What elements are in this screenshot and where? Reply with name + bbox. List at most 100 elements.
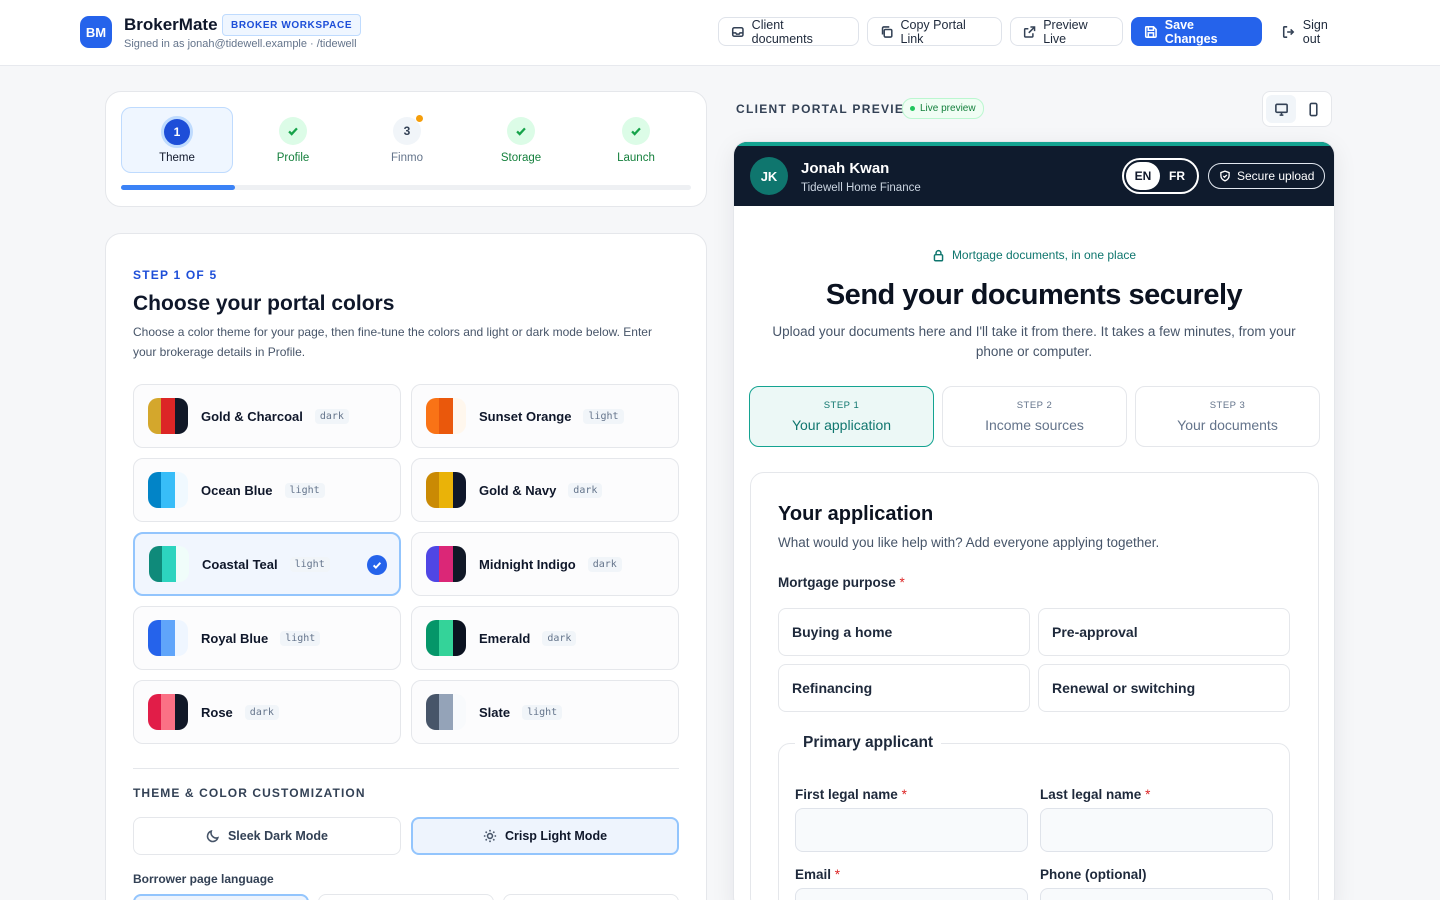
lang-en-button[interactable]: EN: [1126, 162, 1160, 190]
dark-mode-label: Sleek Dark Mode: [227, 829, 329, 843]
language-option-1[interactable]: [133, 894, 309, 900]
portal-headline: Send your documents securely: [825, 279, 1243, 311]
secure-upload-text: Secure upload: [1237, 169, 1315, 183]
portal-step-kicker: STEP 2: [1016, 400, 1053, 411]
required-mark: *: [1145, 787, 1151, 802]
wizard-step-label: Launch: [617, 152, 655, 164]
portal-tagline: Mortgage documents, in one place: [733, 248, 1335, 262]
theme-option[interactable]: Sunset Orange light: [411, 384, 679, 448]
last-name-label: Last legal name *: [1040, 787, 1150, 802]
wizard-step-number: 1: [173, 125, 181, 139]
sun-icon: [483, 829, 497, 843]
theme-option[interactable]: Emerald dark: [411, 606, 679, 670]
broker-company: Tidewell Home Finance: [801, 182, 921, 194]
preview-live-label: Preview Live: [1043, 17, 1088, 46]
phone-input[interactable]: [1040, 888, 1273, 900]
client-documents-button[interactable]: Client documents: [718, 17, 859, 46]
email-input[interactable]: [795, 888, 1028, 900]
live-preview-badge: Live preview: [902, 98, 984, 119]
theme-name: Coastal Teal: [202, 556, 278, 572]
theme-swatch: [426, 546, 466, 582]
secure-upload-badge: Secure upload: [1208, 163, 1326, 189]
required-mark: *: [899, 575, 905, 590]
primary-applicant-legend: Primary applicant: [795, 734, 942, 752]
wizard-step-storage[interactable]: Storage: [465, 107, 577, 173]
theme-name: Royal Blue: [201, 630, 269, 646]
purpose-option[interactable]: Pre-approval: [1038, 608, 1290, 656]
shield-icon: [1220, 170, 1230, 182]
required-mark: *: [834, 867, 841, 882]
save-changes-label: Save Changes: [1164, 17, 1218, 46]
section-divider: [133, 768, 679, 769]
lang-fr-button[interactable]: FR: [1160, 162, 1194, 190]
purpose-option[interactable]: Buying a home: [778, 608, 1030, 656]
preview-label: CLIENT PORTAL PREVIEW: [736, 102, 917, 116]
theme-option[interactable]: Slate light: [411, 680, 679, 744]
theme-option[interactable]: Rose dark: [133, 680, 401, 744]
theme-mode-badge: dark: [542, 630, 577, 646]
phone-label: Phone (optional): [1040, 867, 1147, 882]
portal-step-tab[interactable]: STEP 3 Your documents: [1135, 386, 1320, 447]
desktop-view-button[interactable]: [1266, 95, 1296, 123]
theme-swatch: [149, 546, 189, 582]
broker-avatar: JK: [750, 157, 788, 195]
theme-name: Ocean Blue: [201, 482, 273, 498]
theme-option[interactable]: Ocean Blue light: [133, 458, 401, 522]
wizard-step-theme[interactable]: 1 Theme: [121, 107, 233, 173]
theme-option[interactable]: Royal Blue light: [133, 606, 401, 670]
last-name-text: Last legal name: [1040, 787, 1142, 802]
wizard-step-number: 3: [403, 124, 411, 138]
selected-check-icon: [367, 555, 387, 575]
wizard-step-launch[interactable]: Launch: [580, 107, 692, 173]
device-switcher: [1262, 91, 1332, 127]
copy-portal-link-button[interactable]: Copy Portal Link: [867, 17, 1002, 46]
purpose-option[interactable]: Renewal or switching: [1038, 664, 1290, 712]
wizard-step-profile[interactable]: Profile: [237, 107, 349, 173]
theme-mode-badge: dark: [568, 482, 603, 498]
portal-header: JK Jonah Kwan Tidewell Home Finance EN F…: [734, 142, 1334, 206]
step-kicker: STEP 1 OF 5: [133, 268, 218, 282]
panel-description: Choose a color theme for your page, then…: [133, 325, 652, 359]
monitor-icon: [1274, 103, 1288, 116]
portal-tagline-text: Mortgage documents, in one place: [951, 248, 1137, 262]
wizard-step-label: Profile: [276, 152, 310, 164]
theme-swatch: [148, 694, 188, 730]
copy-icon: [881, 25, 893, 38]
brand-name: BrokerMate: [124, 15, 218, 34]
theme-mode-badge: dark: [587, 556, 622, 572]
wizard-step-marker: [622, 117, 650, 145]
theme-mode-badge: dark: [314, 408, 349, 424]
preview-live-button[interactable]: Preview Live: [1010, 17, 1123, 46]
theme-mode-badge: light: [522, 704, 563, 720]
wizard-step-finmo[interactable]: 3 Finmo: [351, 107, 463, 173]
first-name-input[interactable]: [795, 808, 1028, 852]
copy-portal-link-label: Copy Portal Link: [900, 17, 966, 46]
language-option-2[interactable]: [318, 894, 494, 900]
wizard-step-marker: [279, 117, 307, 145]
sign-out-button[interactable]: Sign out: [1270, 17, 1360, 46]
save-changes-button[interactable]: Save Changes: [1131, 17, 1262, 46]
portal-step-tab[interactable]: STEP 1 Your application: [749, 386, 934, 447]
application-title: Your application: [778, 503, 934, 525]
theme-name: Rose: [201, 704, 233, 720]
theme-mode-badge: light: [289, 556, 330, 572]
wizard-step-marker: 3: [393, 114, 424, 145]
client-documents-label: Client documents: [751, 17, 813, 46]
theme-option[interactable]: Coastal Teal light: [133, 532, 401, 596]
lock-icon: [933, 249, 944, 262]
last-name-input[interactable]: [1040, 808, 1273, 852]
dark-mode-button[interactable]: Sleek Dark Mode: [133, 817, 401, 855]
theme-option[interactable]: Midnight Indigo dark: [411, 532, 679, 596]
notification-dot: [415, 114, 424, 123]
language-option-3[interactable]: [503, 894, 679, 900]
panel-title: Choose your portal colors: [133, 292, 395, 315]
light-mode-button[interactable]: Crisp Light Mode: [411, 817, 679, 855]
mobile-view-button[interactable]: [1298, 95, 1328, 123]
purpose-option[interactable]: Refinancing: [778, 664, 1030, 712]
customization-title: THEME & COLOR CUSTOMIZATION: [133, 786, 366, 800]
theme-option[interactable]: Gold & Charcoal dark: [133, 384, 401, 448]
portal-step-tab[interactable]: STEP 2 Income sources: [942, 386, 1127, 447]
mortgage-purpose-text: Mortgage purpose: [778, 575, 896, 590]
theme-option[interactable]: Gold & Navy dark: [411, 458, 679, 522]
sign-out-label: Sign out: [1302, 17, 1328, 46]
